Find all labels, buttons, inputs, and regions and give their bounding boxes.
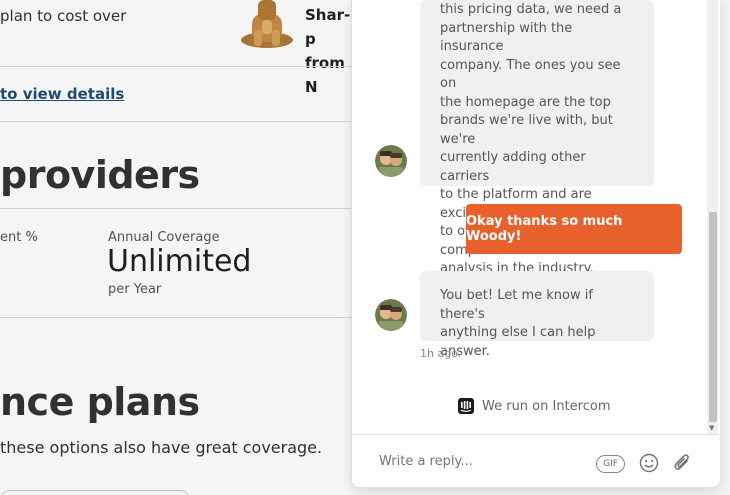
attachment-icon[interactable]	[672, 452, 692, 474]
scrollbar-thumb[interactable]	[709, 212, 717, 422]
message-line: the homepage are the top	[440, 94, 611, 110]
agent-message: You bet! Let me know if there's anything…	[420, 271, 654, 359]
message-line: You bet! Let me know if there's	[440, 288, 593, 322]
message-line: this pricing data, we need a	[440, 2, 622, 17]
conversation-scrollbar[interactable]: ▼	[707, 0, 718, 434]
user-message: Okay thanks so much Woody!	[466, 204, 682, 254]
agent-avatar	[375, 145, 407, 177]
coverage-label: Annual Coverage	[108, 230, 220, 245]
agent-message: this pricing data, we need a partnership…	[420, 0, 654, 276]
reply-input[interactable]	[379, 454, 579, 469]
conversation-area: this pricing data, we need a partnership…	[352, 0, 707, 434]
message-line: partnership with the insurance	[440, 20, 573, 55]
scroll-down-arrow-icon[interactable]: ▼	[709, 424, 714, 432]
reply-composer: GIF	[352, 434, 720, 487]
view-details-link[interactable]: to view details	[0, 85, 124, 103]
coverage-unit: per Year	[108, 282, 162, 297]
message-timestamp: 1h ago.	[420, 347, 462, 360]
background-page: plan to cost over Shar-p from N to view …	[0, 0, 352, 495]
message-line: currently adding other carriers	[440, 150, 586, 184]
intercom-logo-icon	[458, 398, 474, 414]
powered-by-label: We run on Intercom	[482, 398, 611, 414]
divider	[0, 66, 352, 67]
divider	[0, 317, 352, 318]
dog-illustration	[241, 0, 293, 48]
gif-button[interactable]: GIF	[596, 455, 625, 473]
coverage-value: Unlimited	[107, 244, 252, 279]
message-line: company. The ones you see on	[440, 57, 621, 92]
divider	[0, 121, 352, 122]
providers-heading: providers	[0, 153, 200, 197]
agent-avatar	[375, 299, 407, 331]
option-pill[interactable]	[0, 490, 190, 495]
plan-name: Shar-p from N	[305, 6, 351, 96]
message-line: anything else I can help answer.	[440, 325, 596, 359]
plans-heading: nce plans	[0, 380, 200, 424]
percent-label: ent %	[0, 230, 38, 245]
plan-cost-text: plan to cost over	[0, 7, 127, 25]
divider	[0, 208, 352, 209]
message-line: brands we're live with, but we're	[440, 113, 613, 147]
emoji-icon[interactable]	[639, 453, 659, 473]
intercom-messenger: this pricing data, we need a partnership…	[351, 0, 720, 488]
powered-by-intercom[interactable]: We run on Intercom	[458, 398, 611, 414]
plans-subtext: these options also have great coverage.	[0, 438, 323, 457]
